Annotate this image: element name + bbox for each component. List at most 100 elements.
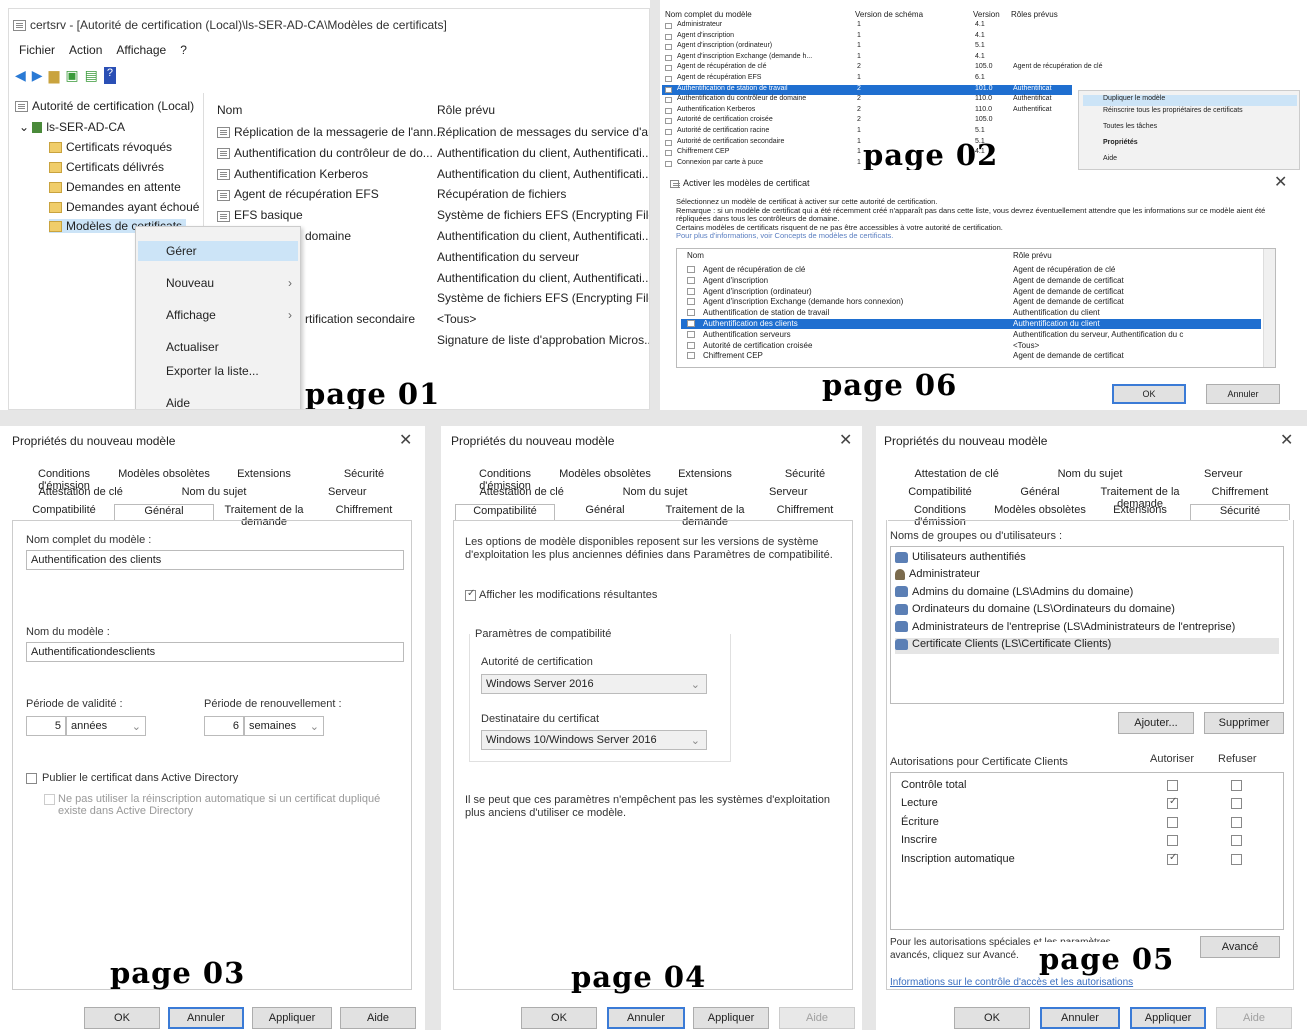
col-version[interactable]: Version — [973, 10, 1000, 19]
deny-checkbox[interactable] — [1231, 835, 1242, 847]
col-nom-complet[interactable]: Nom complet du modèle — [665, 10, 752, 19]
nom-complet-field[interactable]: Authentification des clients — [26, 550, 404, 570]
renouv-unit-select[interactable]: semaines ⌄ — [244, 716, 324, 736]
afficher-checkbox[interactable] — [465, 588, 476, 601]
validite-unit-select[interactable]: années ⌄ — [66, 716, 146, 736]
tab-0-0[interactable]: Conditions d'émission — [455, 468, 555, 492]
tab-1-1[interactable]: Général — [990, 486, 1090, 502]
menu-affichage[interactable]: Affichage — [116, 43, 166, 57]
renouv-value[interactable]: 6 — [204, 716, 244, 736]
tab-1-0[interactable]: Compatibilité — [890, 486, 990, 502]
context-menu-item[interactable]: Affichage › — [138, 305, 298, 325]
list-row[interactable]: Authentification des clients Authentifica… — [681, 319, 1261, 329]
tree-root[interactable]: Autorité de certification (Local) — [15, 99, 194, 113]
list-item[interactable]: Ordinateurs du domaine (LS\Ordinateurs d… — [895, 603, 1279, 619]
refresh-icon[interactable]: ▣ — [65, 67, 78, 84]
tab-2-3[interactable]: Sécurité — [1190, 504, 1290, 520]
publier-checkbox[interactable] — [26, 773, 37, 784]
close-icon[interactable]: ✕ — [1280, 430, 1293, 450]
back-arrow-icon[interactable]: ◀ — [15, 67, 26, 84]
list-row[interactable]: Chiffrement CEP Agent de demande de certi… — [681, 351, 1261, 361]
tab-2-1[interactable]: Modèles obsolètes — [990, 504, 1090, 520]
col-roles[interactable]: Rôles prévus — [1011, 10, 1058, 19]
ac-select[interactable]: Windows Server 2016 ⌄ — [481, 674, 707, 694]
list-row[interactable]: EFS basique Système de fichiers EFS (Encr… — [213, 208, 649, 226]
allow-checkbox[interactable] — [1167, 852, 1178, 865]
apply-button[interactable]: Appliquer — [693, 1007, 769, 1029]
deny-checkbox[interactable] — [1231, 780, 1242, 791]
template-listbox[interactable]: Nom Rôle prévu Agent de récupération de … — [676, 248, 1276, 368]
list-row[interactable]: Authentification du contrôleur de do... A… — [213, 146, 649, 164]
tab-2-0[interactable]: Compatibilité — [14, 504, 114, 520]
list-row[interactable]: Authentification de station de travail Au… — [681, 308, 1261, 318]
context-menu-item[interactable]: Nouveau › — [138, 273, 298, 293]
close-icon[interactable]: ✕ — [1274, 172, 1287, 192]
tab-1-1[interactable]: Nom du sujet — [588, 486, 721, 502]
tab-0-2[interactable]: Serveur — [1157, 468, 1290, 484]
list-row[interactable]: Authentification de station de travail 2 1… — [662, 84, 1072, 95]
list-row[interactable]: Agent d'inscription Exchange (demande h.… — [662, 53, 1066, 63]
cancel-button[interactable]: Annuler — [607, 1007, 685, 1029]
menu-action[interactable]: Action — [69, 43, 102, 57]
up-folder-icon[interactable]: ▆ — [49, 67, 60, 84]
export-icon[interactable]: ▤ — [85, 67, 98, 84]
col-role[interactable]: Rôle prévu — [1013, 251, 1052, 260]
list-row[interactable]: Agent d'inscription Agent de demande de c… — [681, 276, 1261, 286]
list-row[interactable]: Agent d'inscription (ordinateur) Agent de… — [681, 287, 1261, 297]
list-row[interactable]: Agent de récupération de clé Agent de réc… — [681, 265, 1261, 275]
context-menu-item[interactable]: Toutes les tâches — [1083, 123, 1297, 134]
tab-0-2[interactable]: Extensions — [655, 468, 755, 484]
list-item[interactable]: Certificate Clients (LS\Certificate Clie… — [895, 638, 1279, 654]
list-item[interactable]: Utilisateurs authentifiés — [895, 551, 1279, 567]
nom-modele-field[interactable]: Authentificationdesclients — [26, 642, 404, 662]
list-row[interactable]: Agent de récupération de clé 2 105.0 Agent … — [662, 63, 1103, 73]
list-row[interactable]: Agent de récupération EFS 1 6.1 — [662, 74, 1066, 84]
menu-fichier[interactable]: Fichier — [19, 43, 55, 57]
dest-select[interactable]: Windows 10/Windows Server 2016 ⌄ — [481, 730, 707, 750]
tab-2-3[interactable]: Chiffrement — [755, 504, 855, 520]
list-row[interactable]: Authentification serveurs Authentificatio… — [681, 330, 1261, 340]
ok-button[interactable]: OK — [84, 1007, 160, 1029]
context-menu-item[interactable]: Aide — [138, 393, 298, 409]
menu-help[interactable]: ? — [180, 43, 187, 57]
close-icon[interactable]: ✕ — [839, 430, 852, 450]
list-row[interactable]: Agent d'inscription 1 4.1 — [662, 32, 1066, 42]
ne-pas-checkbox[interactable] — [44, 794, 55, 805]
ok-button[interactable]: OK — [1112, 384, 1186, 404]
tab-0-3[interactable]: Sécurité — [755, 468, 855, 484]
tree-item-revoques[interactable]: Certificats révoqués — [49, 140, 172, 154]
tab-2-2[interactable]: Traitement de la demande — [214, 504, 314, 528]
col-version-schema[interactable]: Version de schéma — [855, 10, 923, 19]
tab-0-2[interactable]: Extensions — [214, 468, 314, 484]
cancel-button[interactable]: Annuler — [1206, 384, 1280, 404]
list-item[interactable]: Admins du domaine (LS\Admins du domaine) — [895, 586, 1279, 602]
tree-item-attente[interactable]: Demandes en attente — [49, 180, 181, 194]
tree-item-echoue[interactable]: Demandes ayant échoué — [49, 200, 199, 214]
context-menu-item[interactable]: Dupliquer le modèle — [1083, 95, 1297, 106]
tab-2-2[interactable]: Traitement de la demande — [655, 504, 755, 528]
list-item[interactable]: Administrateurs de l'entreprise (LS\Admi… — [895, 621, 1279, 637]
list-row[interactable]: Agent de récupération EFS Récupération de… — [213, 187, 649, 205]
column-header-role[interactable]: Rôle prévu — [437, 103, 495, 117]
help-button[interactable]: Aide — [779, 1007, 855, 1029]
tab-0-1[interactable]: Modèles obsolètes — [114, 468, 214, 484]
tree-item-delivres[interactable]: Certificats délivrés — [49, 160, 164, 174]
remove-button[interactable]: Supprimer — [1204, 712, 1284, 734]
add-button[interactable]: Ajouter... — [1118, 712, 1194, 734]
apply-button[interactable]: Appliquer — [252, 1007, 332, 1029]
cancel-button[interactable]: Annuler — [1040, 1007, 1120, 1029]
list-row[interactable]: Authentification Kerberos Authentificatio… — [213, 167, 649, 185]
column-header-nom[interactable]: Nom — [217, 103, 242, 117]
advanced-button[interactable]: Avancé — [1200, 936, 1280, 958]
list-row[interactable]: Authentification du contrôleur de domain… — [662, 95, 1066, 105]
ok-button[interactable]: OK — [954, 1007, 1030, 1029]
deny-checkbox[interactable] — [1231, 816, 1242, 828]
chevron-down-icon[interactable]: ⌄ — [19, 120, 32, 134]
list-row[interactable]: Authentification Kerberos 2 110.0 Authentif… — [662, 106, 1066, 116]
allow-checkbox[interactable] — [1167, 780, 1178, 791]
ok-button[interactable]: OK — [521, 1007, 597, 1029]
context-menu-item[interactable]: Aide — [1083, 155, 1297, 166]
deny-checkbox[interactable] — [1231, 798, 1242, 810]
context-menu-item[interactable]: Réinscrire tous les propriétaires de cer… — [1083, 107, 1297, 118]
forward-arrow-icon[interactable]: ▶ — [32, 67, 43, 84]
